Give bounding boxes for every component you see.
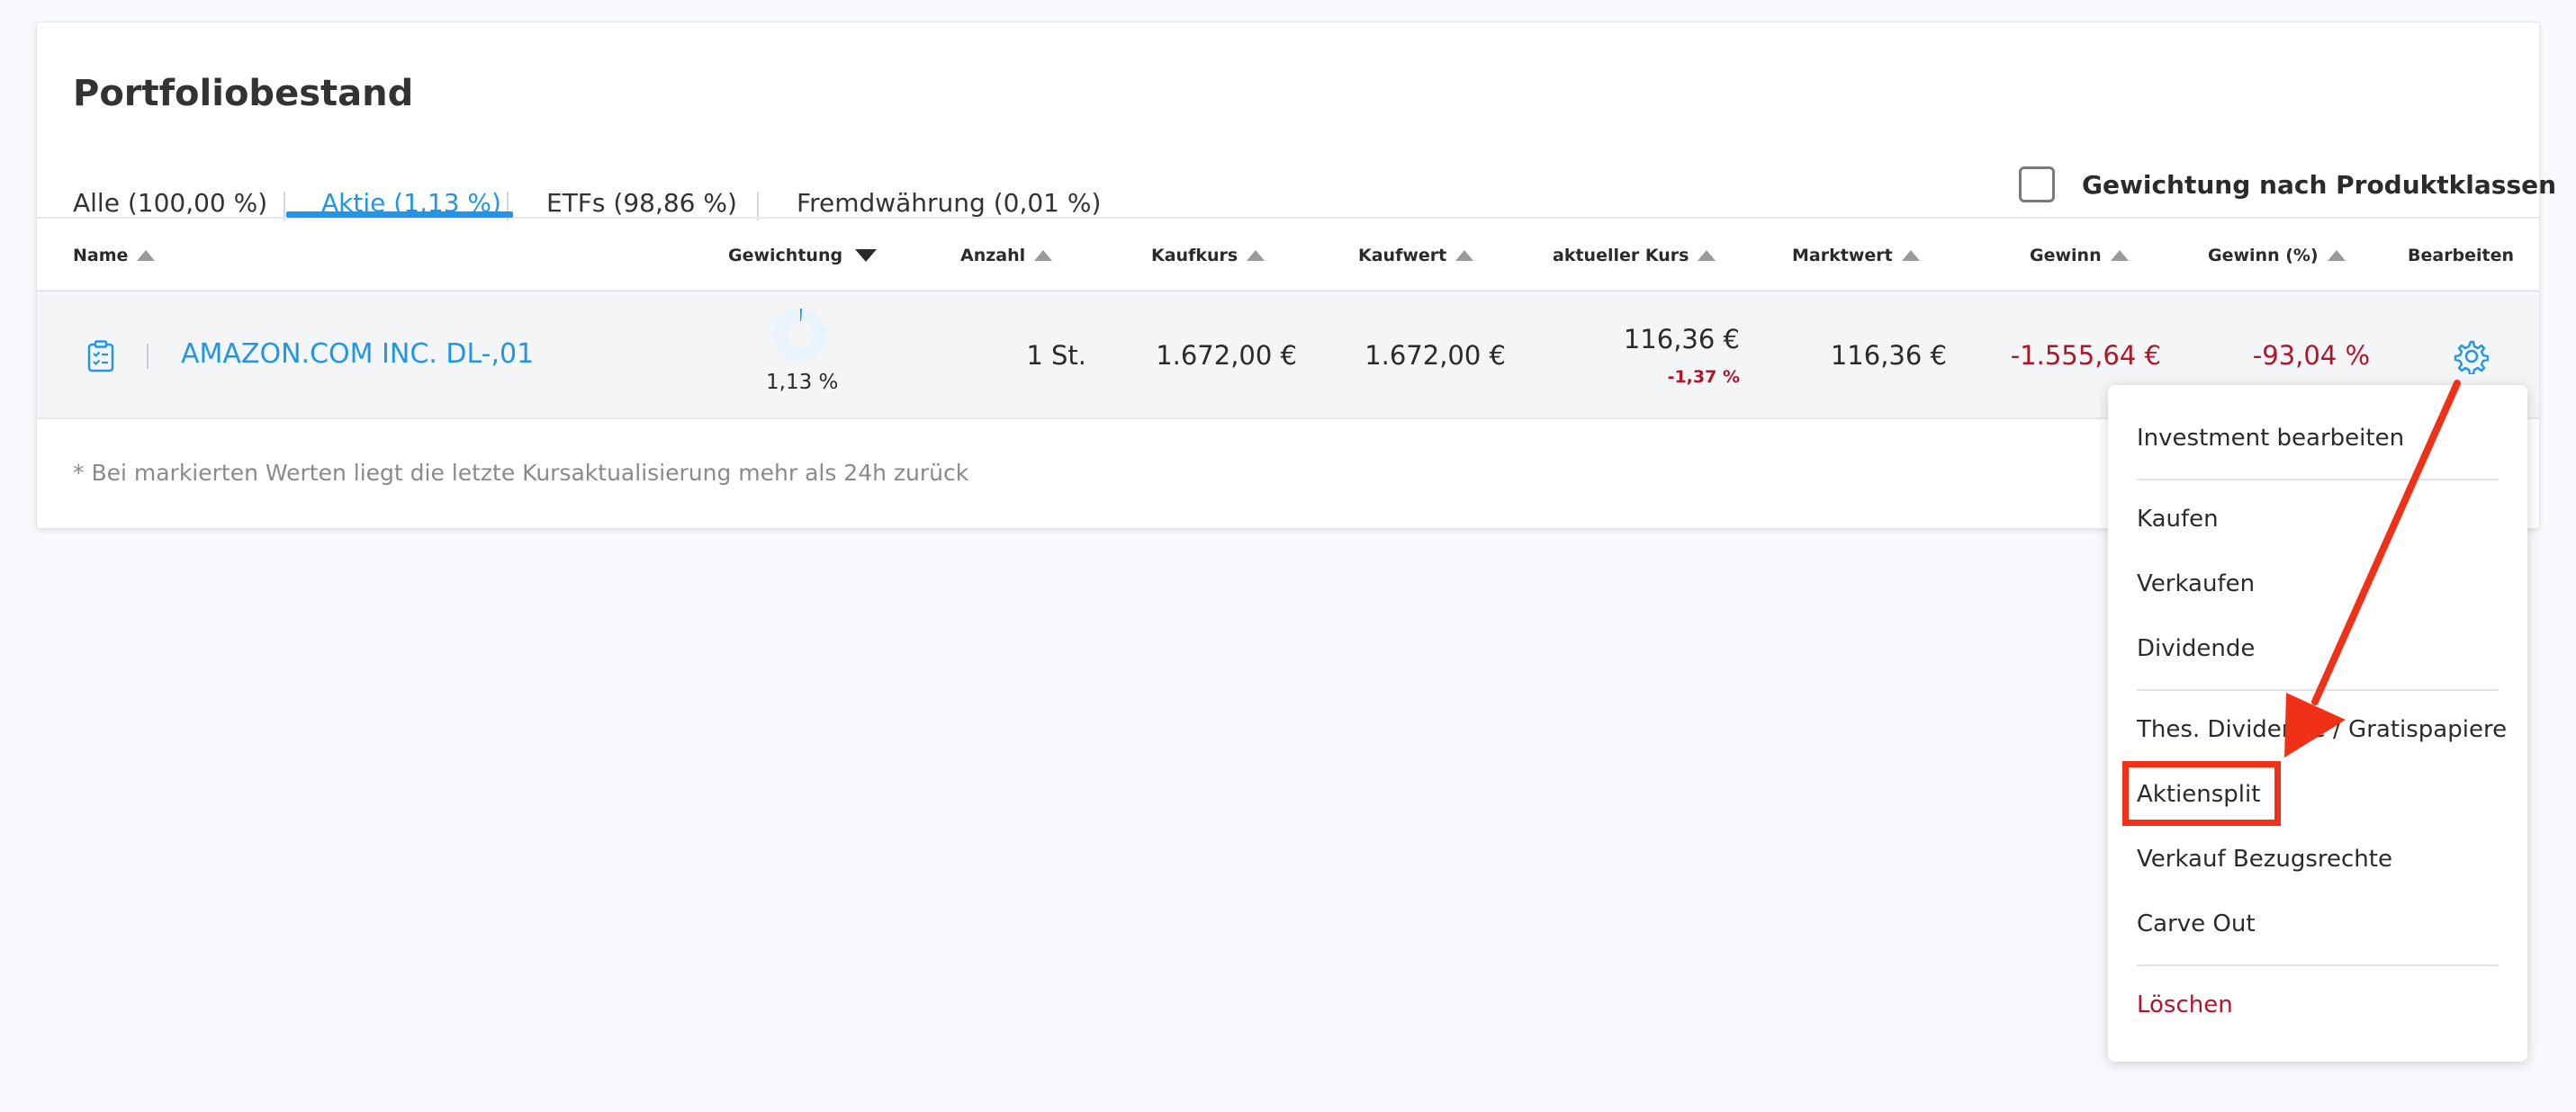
menu-divider [2137, 964, 2499, 966]
sort-asc-icon [1034, 250, 1053, 261]
column-header-gewichtung[interactable]: Gewichtung [728, 246, 878, 265]
sort-asc-icon [137, 250, 156, 261]
menu-divider [2137, 689, 2499, 691]
column-header-kaufwert[interactable]: Kaufwert [1358, 246, 1474, 265]
table-header: Name Gewichtung Anzahl Kaufkurs Kaufwert… [37, 219, 2539, 292]
active-tab-indicator [286, 211, 513, 218]
footnote: * Bei markierten Werten liegt die letzte… [73, 460, 969, 486]
sort-asc-icon [1455, 250, 1474, 261]
column-header-name[interactable]: Name [73, 246, 156, 265]
column-header-gewinn[interactable]: Gewinn [2030, 246, 2129, 265]
column-header-bearbeiten: Bearbeiten [2408, 246, 2515, 265]
sort-asc-icon [1698, 250, 1716, 261]
sort-desc-icon [855, 249, 878, 262]
instrument-name-link[interactable]: AMAZON.COM INC. DL-,01 [181, 338, 534, 370]
menu-divider [2137, 479, 2499, 480]
menu-item-carve-out[interactable]: Carve Out [2137, 910, 2256, 937]
row-separator [147, 344, 149, 369]
sort-asc-icon [1901, 250, 1920, 261]
weight-value: 1,13 % [766, 371, 839, 394]
kaufwert-value: 1.672,00 € [1365, 340, 1506, 371]
sort-asc-icon [2110, 250, 2129, 261]
anzahl-value: 1 St. [1026, 340, 1086, 371]
column-header-aktueller-kurs[interactable]: aktueller Kurs [1553, 246, 1716, 265]
column-header-marktwert[interactable]: Marktwert [1792, 246, 1920, 265]
sort-asc-icon [2327, 250, 2346, 261]
menu-item-verkauf-bezugsrechte[interactable]: Verkauf Bezugsrechte [2137, 846, 2392, 873]
column-header-kaufkurs[interactable]: Kaufkurs [1151, 246, 1265, 265]
page-title: Portfoliobestand [73, 73, 414, 114]
menu-item-loeschen[interactable]: Löschen [2137, 991, 2233, 1018]
weighting-checkbox-label[interactable]: Gewichtung nach Produktklassen [2082, 170, 2556, 200]
column-header-gewinn-pct[interactable]: Gewinn (%) [2208, 246, 2346, 265]
menu-item-dividende[interactable]: Dividende [2137, 635, 2255, 662]
gewinn-pct-value: -93,04 % [2252, 340, 2370, 371]
clipboard-checklist-icon[interactable] [87, 340, 114, 372]
menu-item-investment-bearbeiten[interactable]: Investment bearbeiten [2137, 425, 2404, 452]
gear-icon[interactable] [2453, 338, 2489, 374]
aktueller-kurs-value: 116,36 € [1623, 324, 1740, 354]
menu-item-verkaufen[interactable]: Verkaufen [2137, 570, 2255, 597]
column-header-anzahl[interactable]: Anzahl [960, 246, 1053, 265]
marktwert-value: 116,36 € [1830, 340, 1947, 371]
tab-fremdwaehrung[interactable]: Fremdwährung (0,01 %) [797, 188, 1101, 218]
sort-asc-icon [1247, 250, 1265, 261]
kurs-change-value: -1,37 % [1667, 367, 1740, 387]
weighting-checkbox[interactable] [2019, 166, 2055, 202]
kaufkurs-value: 1.672,00 € [1156, 340, 1297, 371]
menu-item-thes-dividende[interactable]: Thes. Dividende / Gratispapiere [2137, 716, 2507, 743]
menu-item-kaufen[interactable]: Kaufen [2137, 506, 2219, 533]
actions-dropdown-menu: Investment bearbeiten Kaufen Verkaufen D… [2108, 385, 2527, 1062]
weight-donut-chart [774, 309, 826, 361]
annotation-highlight-box [2122, 761, 2281, 826]
gewinn-value: -1.555,64 € [2010, 340, 2161, 371]
tab-etfs[interactable]: ETFs (98,86 %) [546, 188, 737, 218]
tab-alle[interactable]: Alle (100,00 %) [73, 188, 267, 218]
